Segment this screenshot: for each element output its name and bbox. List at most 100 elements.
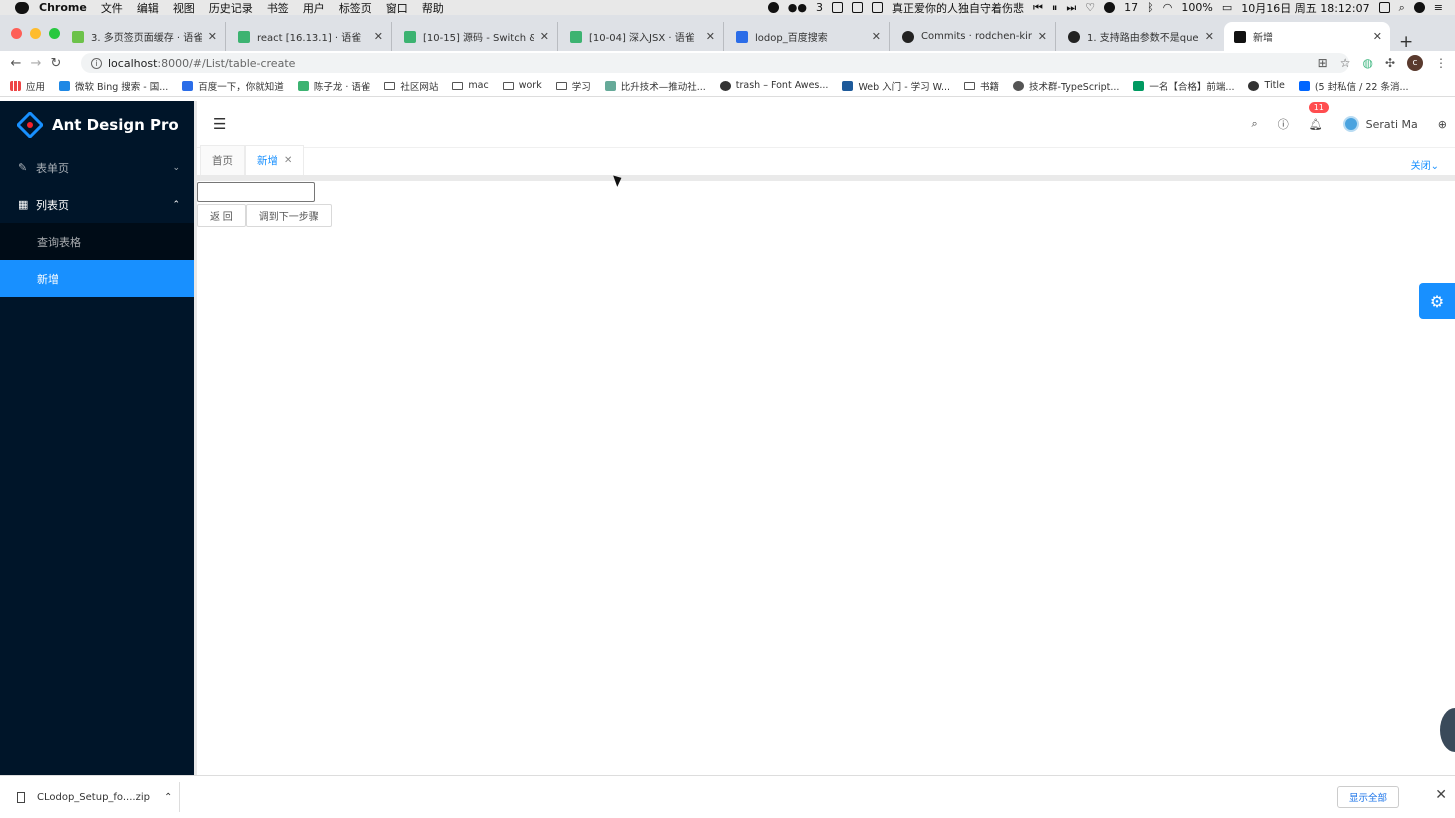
info-icon[interactable]: i [91, 57, 102, 69]
browser-tab[interactable]: [10-15] 源码 - Switch & Rou ✕ [394, 22, 558, 51]
close-tabs-dropdown[interactable]: 关闭⌄ [1411, 157, 1439, 172]
menu-file[interactable]: 文件 [101, 0, 123, 16]
wechat-icon[interactable]: ●● [788, 1, 807, 14]
next-track-icon[interactable]: ⏭ [1066, 1, 1076, 15]
browser-tab-active[interactable]: 新增 ✕ [1224, 22, 1390, 51]
bluetooth-icon[interactable]: ᛒ [1147, 1, 1154, 14]
text-input[interactable] [197, 182, 315, 202]
menu-tabs[interactable]: 标签页 [339, 0, 372, 16]
battery-level[interactable]: 100% [1181, 1, 1212, 14]
apple-icon[interactable] [15, 1, 29, 14]
extensions-puzzle-icon[interactable]: ✣ [1385, 56, 1395, 70]
chrome-menu-icon[interactable]: ⋮ [1435, 56, 1447, 70]
close-tab-icon[interactable]: ✕ [208, 30, 217, 43]
notice-bell-icon[interactable]: 🔔︎ 11 [1308, 101, 1329, 131]
bookmark-item[interactable]: 应用 [10, 79, 45, 93]
menu-bookmarks[interactable]: 书签 [267, 0, 289, 16]
spotlight-icon[interactable]: ⌕ [1399, 1, 1405, 15]
close-tab-icon[interactable]: ✕ [1038, 30, 1047, 43]
menu-chrome[interactable]: Chrome [39, 1, 87, 14]
app-logo[interactable]: Ant Design Pro [0, 101, 194, 149]
sidebar-item-create[interactable]: 新增 [0, 260, 194, 297]
clock[interactable]: 10月16日 周五 18:12:07 [1241, 0, 1369, 16]
close-icon[interactable]: ✕ [1435, 787, 1447, 803]
browser-tab[interactable]: lodop_百度搜索 ✕ [726, 22, 890, 51]
browser-tab[interactable]: Commits · rodchen-king/ar ✕ [892, 22, 1056, 51]
prev-track-icon[interactable]: ⏮ [1033, 1, 1043, 15]
close-tab-icon[interactable]: ✕ [1205, 30, 1214, 43]
globe-icon[interactable]: ⊕ [1438, 118, 1447, 131]
bookmark-item[interactable]: 比升技术—推动社... [604, 79, 706, 93]
forward-icon[interactable]: → [26, 56, 46, 71]
url-field[interactable]: i localhost:8000/#/List/table-create [81, 53, 1349, 73]
bookmark-item[interactable]: 技术群-TypeScript... [1013, 79, 1119, 93]
page-tab-create[interactable]: 新增 ✕ [245, 145, 305, 175]
star-icon[interactable]: ☆ [1340, 56, 1351, 70]
close-window-icon[interactable] [11, 28, 22, 39]
bookmark-folder[interactable]: 学习 [555, 79, 591, 93]
back-icon[interactable]: ← [6, 56, 26, 71]
browser-tab[interactable]: 3. 多页签页面缓存 · 语雀 ✕ [62, 22, 226, 51]
menu-user[interactable]: 用户 [303, 0, 325, 16]
sidebar-item-query-table[interactable]: 查询表格 [0, 223, 194, 260]
chevron-up-icon[interactable]: ⌃ [164, 792, 172, 803]
input-method-icon[interactable] [1378, 2, 1390, 13]
pause-icon[interactable]: ⏸ [1052, 1, 1058, 15]
bookmark-folder[interactable]: mac [452, 80, 489, 91]
bookmark-item[interactable]: trash – Font Awes... [719, 80, 828, 91]
close-tab-icon[interactable]: ✕ [706, 30, 715, 43]
bookmark-item[interactable]: 微软 Bing 搜索 - 国... [59, 79, 168, 93]
zoom-window-icon[interactable] [49, 28, 60, 39]
browser-tab[interactable]: react [16.13.1] · 语雀 ✕ [228, 22, 392, 51]
close-tab-icon[interactable]: ✕ [374, 30, 383, 43]
close-tab-icon[interactable]: ✕ [540, 30, 549, 43]
page-tab-home[interactable]: 首页 [200, 145, 245, 175]
question-icon[interactable]: ⓘ [1278, 116, 1289, 132]
back-button[interactable]: 返 回 [197, 204, 246, 227]
bookmark-item[interactable]: 百度一下，你就知道 [182, 79, 284, 93]
search-icon[interactable]: ⌕ [1252, 117, 1258, 131]
close-icon[interactable]: ✕ [284, 155, 292, 166]
reload-icon[interactable]: ↻ [46, 56, 66, 71]
bookmark-folder[interactable]: 书籍 [964, 79, 999, 93]
bookmark-item[interactable]: Web 入门 - 学习 W... [842, 79, 950, 93]
download-item[interactable]: CLodop_Setup_fo....zip ⌃ [0, 782, 180, 812]
word-icon[interactable] [871, 2, 883, 13]
bookmark-item[interactable]: 一名【合格】前端... [1133, 79, 1234, 93]
wifi-icon[interactable]: ◠ [1163, 1, 1173, 14]
bookmark-item[interactable]: Title [1248, 80, 1285, 91]
heart-icon[interactable]: ♡ [1085, 1, 1095, 14]
menu-help[interactable]: 帮助 [422, 0, 444, 16]
bookmark-item[interactable]: 陈子龙 · 语雀 [297, 79, 370, 93]
now-playing-song[interactable]: 真正爱你的人独自守着伤悲 [892, 0, 1024, 16]
bookmark-item[interactable]: (5 封私信 / 22 条消... [1298, 79, 1409, 93]
sidebar-item-forms[interactable]: ✎ 表单页 ⌄ [0, 149, 194, 186]
netease-icon[interactable] [1104, 2, 1116, 13]
bookmark-folder[interactable]: work [502, 80, 542, 91]
minimize-window-icon[interactable] [30, 28, 41, 39]
menu-view[interactable]: 视图 [173, 0, 195, 16]
calendar-icon[interactable] [851, 2, 863, 13]
record-icon[interactable] [767, 2, 779, 13]
notif-count[interactable]: 17 [1124, 1, 1138, 14]
profile-avatar[interactable]: c [1407, 55, 1423, 71]
new-tab-icon[interactable]: + [1399, 32, 1413, 52]
siri-icon[interactable] [1413, 2, 1425, 13]
menu-window[interactable]: 窗口 [386, 0, 408, 16]
user-menu[interactable]: Serati Ma [1342, 116, 1418, 132]
menu-fold-icon[interactable]: ☰ [213, 115, 226, 133]
control-center-icon[interactable]: ≡ [1434, 1, 1443, 14]
menu-edit[interactable]: 编辑 [137, 0, 159, 16]
menu-history[interactable]: 历史记录 [209, 0, 253, 16]
close-tab-icon[interactable]: ✕ [872, 30, 881, 43]
translate-icon[interactable]: ⊞ [1318, 56, 1328, 70]
bookmark-folder[interactable]: 社区网站 [384, 79, 438, 93]
extension-vue-icon[interactable]: ◍ [1362, 56, 1372, 70]
settings-drawer-gear-icon[interactable]: ⚙ [1419, 283, 1455, 319]
next-step-button[interactable]: 调到下一步骤 [245, 204, 332, 227]
close-tab-icon[interactable]: ✕ [1373, 30, 1382, 43]
browser-tab[interactable]: 1. 支持路由参数不是query是 ✕ [1058, 22, 1222, 51]
browser-tab[interactable]: [10-04] 深入JSX · 语雀 ✕ [560, 22, 724, 51]
sidebar-item-lists[interactable]: ▦ 列表页 ⌃ [0, 186, 194, 223]
chat-icon[interactable] [831, 2, 843, 13]
